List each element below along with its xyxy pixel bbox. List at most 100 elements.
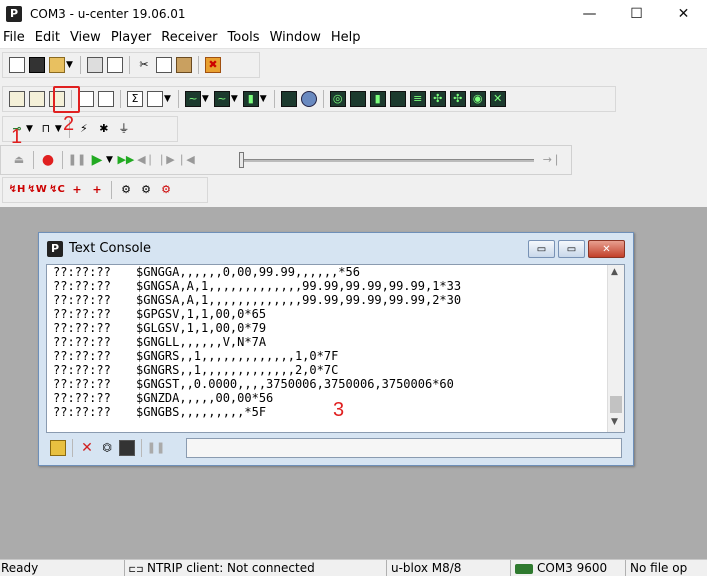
table-view-icon[interactable]	[147, 91, 163, 107]
text-console-icon[interactable]	[9, 91, 25, 107]
debug-icon[interactable]: ✱	[96, 121, 112, 137]
statistics-view-icon[interactable]: Σ	[127, 91, 143, 107]
separator	[273, 90, 275, 108]
connection-dropdown-icon[interactable]: ▼	[26, 124, 33, 134]
docking-view-icon[interactable]	[98, 91, 114, 107]
separator	[79, 56, 81, 74]
fast-forward-icon[interactable]: ▶▶	[117, 152, 134, 168]
step-forward-icon[interactable]: ❘▶	[157, 152, 175, 168]
gps-view-icon[interactable]: ≡	[409, 91, 426, 107]
settings-gear-icon[interactable]: ⚙	[118, 182, 134, 198]
cut-icon[interactable]: ✂	[136, 57, 152, 73]
maximize-button[interactable]: ☐	[613, 0, 660, 27]
scrollbar-thumb[interactable]	[610, 396, 622, 413]
highlight-box	[53, 86, 80, 113]
menu-help[interactable]: Help	[328, 30, 368, 45]
save-console-icon[interactable]	[119, 440, 135, 456]
hot-start-icon[interactable]: ↯ H	[9, 182, 26, 198]
play-icon[interactable]: ▶	[89, 152, 105, 168]
console-footer: ✕ ⏣ ❚❚	[46, 435, 625, 461]
deviation-map-icon[interactable]: ▮	[242, 91, 259, 107]
table-dropdown-icon[interactable]: ▼	[164, 94, 171, 104]
extra-view-icon[interactable]: ✕	[489, 91, 506, 107]
pause-console-icon[interactable]: ❚❚	[147, 440, 165, 456]
lock-icon[interactable]	[50, 440, 66, 456]
status-bar: Ready ⊏⊐ NTRIP client: Not connected u-bl…	[0, 559, 707, 576]
sky-view-icon[interactable]	[280, 91, 297, 107]
menu-receiver[interactable]: Receiver	[158, 30, 224, 45]
ground-icon[interactable]: ⏚	[116, 121, 132, 137]
save-icon[interactable]	[29, 57, 45, 73]
poll-pc-icon[interactable]: ⏣	[99, 440, 115, 456]
open-dropdown-icon[interactable]: ▼	[66, 60, 73, 70]
playback-slider-thumb[interactable]	[239, 152, 244, 168]
compass-view-icon[interactable]: ✣	[429, 91, 446, 107]
step-back-icon[interactable]: ◀❘	[137, 152, 155, 168]
print-icon[interactable]	[86, 57, 103, 73]
pause-icon[interactable]: ❚❚	[68, 152, 86, 168]
player-toolbar: ⏏ ● ❚❚ ▶ ▼ ▶▶ ◀❘ ❘▶ ❘◀ →❘	[0, 145, 572, 175]
close-all-icon[interactable]: ✖	[204, 57, 221, 73]
separator	[120, 90, 121, 108]
info-view-icon[interactable]: ◉	[469, 91, 486, 107]
map-view-icon[interactable]	[300, 91, 317, 107]
ntrip-icon: ⊏⊐	[128, 565, 144, 575]
histogram-dropdown-icon[interactable]: ▼	[231, 94, 238, 104]
connection-toolbar: ⊸ ▼ ⊓ ▼ ⚡ ✱ ⏚	[2, 116, 178, 142]
eject-icon[interactable]: ⏏	[11, 152, 27, 168]
console-minimize-button[interactable]: ▭	[528, 240, 555, 258]
chart-view-icon[interactable]: ~	[184, 91, 201, 107]
console-close-button[interactable]: ✕	[588, 240, 625, 258]
playback-slider-track[interactable]	[239, 159, 534, 162]
command-input[interactable]	[186, 438, 622, 458]
print-preview-icon[interactable]	[106, 57, 123, 73]
satellite-view-icon[interactable]	[349, 91, 366, 107]
menu-view[interactable]: View	[67, 30, 108, 45]
poll-icon[interactable]: +	[89, 182, 105, 198]
scroll-up-icon[interactable]: ▲	[611, 267, 618, 277]
rewind-start-icon[interactable]: ❘◀	[177, 152, 195, 168]
settings-gear-2-icon[interactable]: ⚙	[138, 182, 154, 198]
copy-icon[interactable]	[155, 57, 172, 73]
menu-edit[interactable]: Edit	[32, 30, 67, 45]
camera-view-icon[interactable]	[389, 91, 406, 107]
menu-tools[interactable]: Tools	[225, 30, 267, 45]
menu-file[interactable]: File	[0, 30, 32, 45]
console-scrollbar[interactable]: ▲ ▼	[607, 265, 624, 432]
chart-dropdown-icon[interactable]: ▼	[202, 94, 209, 104]
console-restore-button[interactable]: ▭	[558, 240, 585, 258]
end-icon[interactable]: →❘	[543, 152, 561, 168]
receiver-toolbar: ↯ H ↯ W ↯ C + + ⚙ ⚙ ⚙	[2, 177, 208, 203]
play-dropdown-icon[interactable]: ▼	[106, 155, 113, 165]
new-icon[interactable]	[9, 57, 25, 73]
messages-view-icon[interactable]	[78, 91, 94, 107]
open-icon[interactable]	[49, 57, 65, 73]
menu-player[interactable]: Player	[108, 30, 158, 45]
autobauding-icon[interactable]: ⚡	[76, 121, 92, 137]
settings-view-icon[interactable]: ✣	[449, 91, 466, 107]
menu-window[interactable]: Window	[267, 30, 328, 45]
status-ntrip-text: NTRIP client: Not connected	[147, 561, 315, 575]
minimize-button[interactable]: —	[566, 0, 613, 27]
separator	[72, 439, 73, 457]
gnss-config-icon[interactable]: +	[69, 182, 85, 198]
histogram-view-icon[interactable]: ~	[213, 91, 230, 107]
console-title-bar[interactable]: P Text Console ▭ ▭ ✕	[39, 233, 633, 264]
binary-console-icon[interactable]	[29, 91, 45, 107]
warm-start-icon[interactable]: ↯ W	[27, 182, 46, 198]
record-icon[interactable]: ●	[40, 152, 56, 168]
paste-icon[interactable]	[175, 57, 192, 73]
navigation-view-icon[interactable]: ◎	[329, 91, 346, 107]
console-output[interactable]: ??:??:?? $GNGGA,,,,,,0,00,99.99,,,,,,*56 …	[46, 264, 625, 433]
separator	[322, 90, 324, 108]
clear-icon[interactable]: ✕	[79, 440, 95, 456]
cold-start-label: C	[57, 184, 65, 195]
baudrate-dropdown-icon[interactable]: ▼	[55, 124, 62, 134]
close-button[interactable]: ✕	[660, 0, 707, 27]
scroll-down-icon[interactable]: ▼	[611, 417, 618, 427]
cold-start-icon[interactable]: ↯ C	[49, 182, 65, 198]
settings-gear-3-icon[interactable]: ⚙	[158, 182, 174, 198]
baudrate-icon[interactable]: ⊓	[38, 121, 54, 137]
signal-view-icon[interactable]: ▮	[369, 91, 386, 107]
deviation-dropdown-icon[interactable]: ▼	[260, 94, 267, 104]
